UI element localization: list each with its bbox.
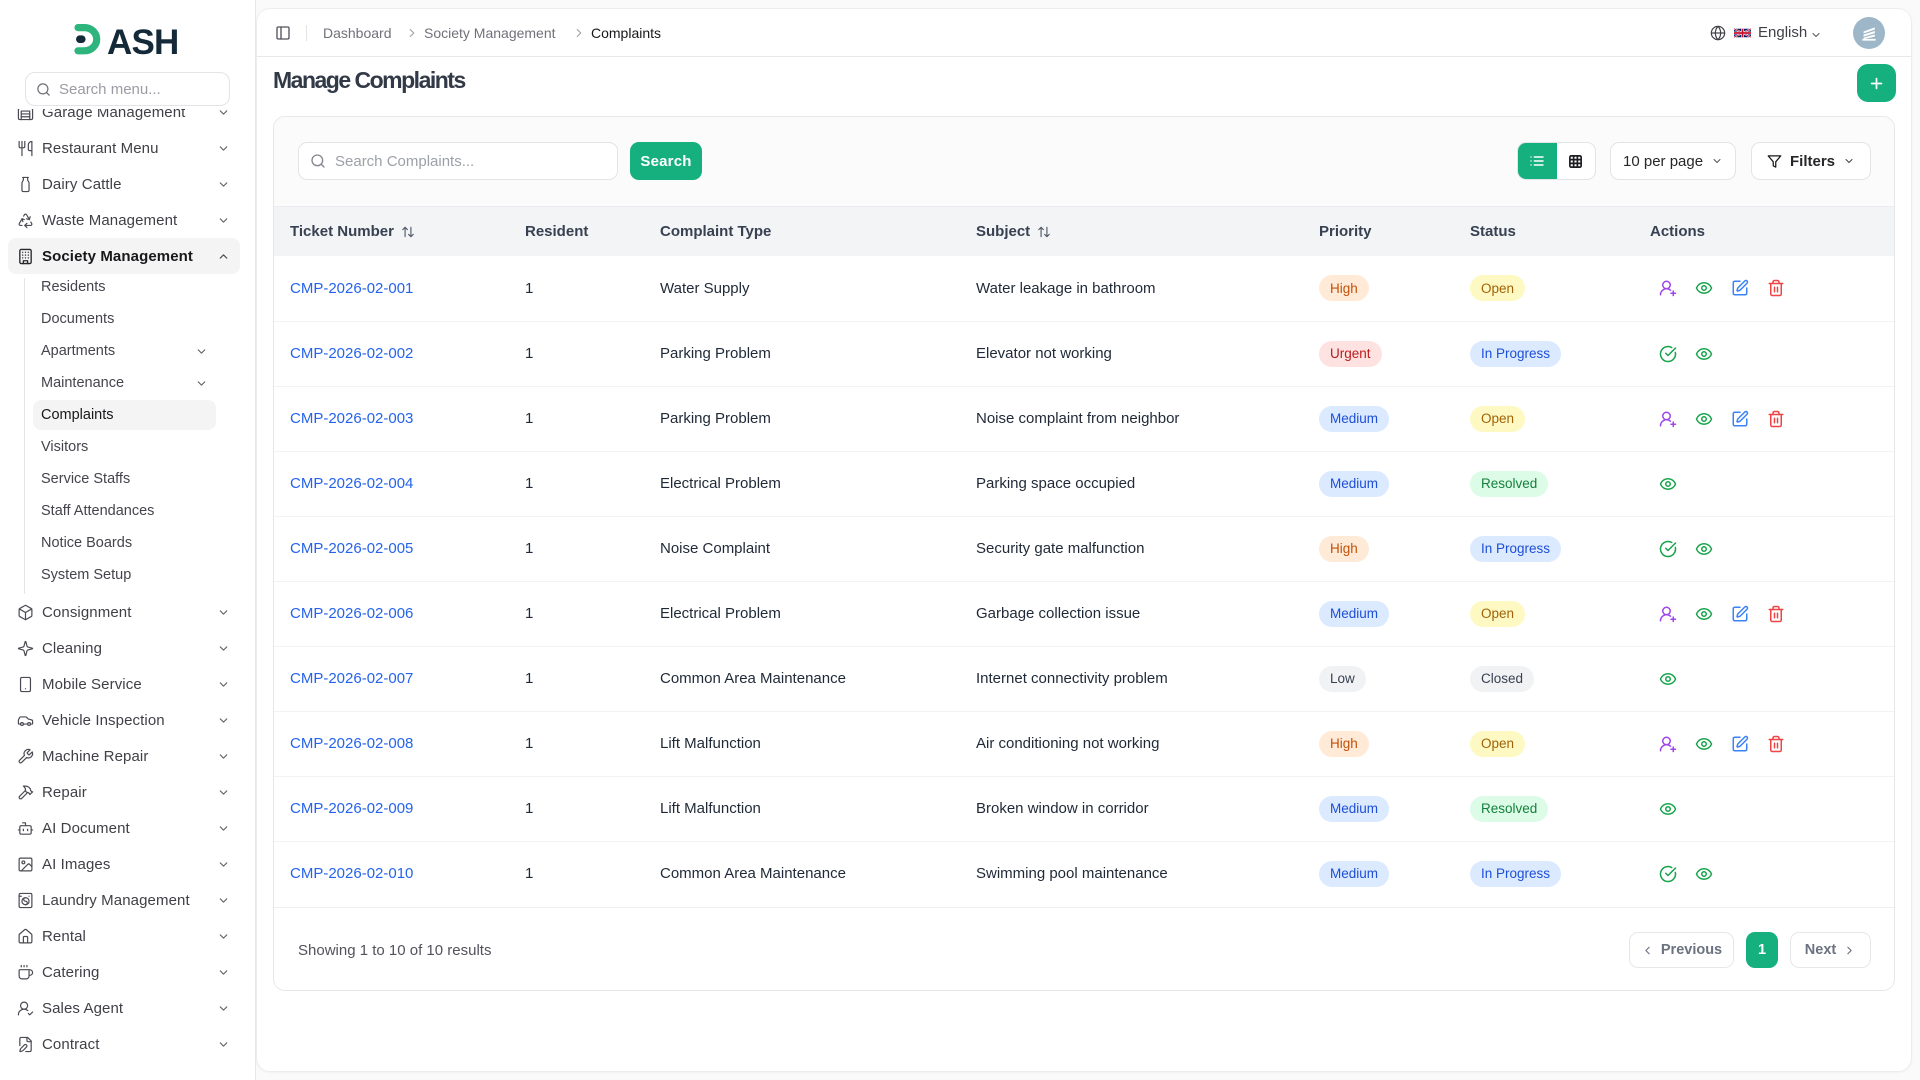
svg-text:ASH: ASH — [107, 23, 179, 61]
